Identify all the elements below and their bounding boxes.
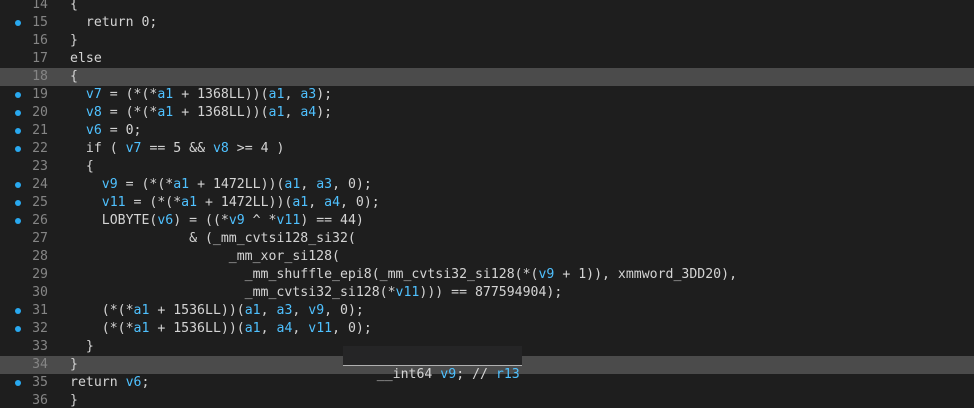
breakpoint-dot-icon[interactable] — [15, 308, 21, 314]
line-number: 19 — [32, 87, 48, 102]
breakpoint-dot-icon[interactable] — [15, 326, 21, 332]
code-line-25[interactable]: 25 v11 = (*(*a1 + 1472LL))(a1, a4, 0); — [0, 194, 974, 212]
code-text: v11 = (*(*a1 + 1472LL))(a1, a4, 0); — [101, 195, 380, 210]
code-line-14[interactable]: 14 { — [0, 0, 974, 14]
line-number: 30 — [32, 285, 48, 300]
breakpoint-dot-icon[interactable] — [15, 110, 21, 116]
line-number: 16 — [32, 33, 48, 48]
code-text: } — [70, 33, 78, 48]
pseudocode-editor[interactable]: 14{15 return 0; 16} 17 else 18{19 v7 = (*(*a… — [0, 0, 974, 408]
code-line-36[interactable]: 36} — [0, 392, 974, 408]
code-text: _mm_shuffle_epi8(_mm_cvtsi32_si128(*(v9 … — [244, 267, 738, 282]
variable-tooltip: __int64 v9; // r13 — [343, 346, 522, 382]
code-line-20[interactable]: 20 v8 = (*(*a1 + 1368LL))(a1, a4); — [0, 104, 974, 122]
code-line-18[interactable]: 18 { — [0, 68, 974, 86]
line-number: 22 — [32, 141, 48, 156]
breakpoint-dot-icon[interactable] — [15, 218, 21, 224]
breakpoint-dot-icon[interactable] — [15, 380, 21, 386]
line-number: 28 — [32, 249, 48, 264]
code-text: v8 = (*(*a1 + 1368LL))(a1, a4); — [85, 105, 333, 120]
code-text: return v6; — [70, 375, 150, 390]
breakpoint-dot-icon[interactable] — [15, 182, 21, 188]
code-text: & (_mm_cvtsi128_si32( — [70, 231, 356, 246]
line-number: 14 — [32, 0, 48, 12]
line-number: 32 — [32, 321, 48, 336]
line-number: 31 — [32, 303, 48, 318]
line-number: 29 — [32, 267, 48, 282]
line-number: 35 — [32, 375, 48, 390]
line-number: 34 — [32, 357, 48, 372]
code-line-16[interactable]: 16} — [0, 32, 974, 50]
code-line-19[interactable]: 19 v7 = (*(*a1 + 1368LL))(a1, a3); — [0, 86, 974, 104]
code-line-30[interactable]: 30 _mm_cvtsi32_si128(*v11))) == 87759490… — [0, 284, 974, 302]
code-text: } — [70, 339, 94, 354]
code-line-28[interactable]: 28 _mm_xor_si128( — [0, 248, 974, 266]
line-number: 18 — [32, 69, 48, 84]
line-number: 36 — [32, 393, 48, 408]
code-line-32[interactable]: 32 (*(*a1 + 1536LL))(a1, a4, v11, 0); — [0, 320, 974, 338]
breakpoint-dot-icon[interactable] — [15, 146, 21, 152]
tooltip-text: __int64 v9; // r13 — [376, 367, 520, 382]
line-number: 15 — [32, 15, 48, 30]
code-text: v7 = (*(*a1 + 1368LL))(a1, a3); — [85, 87, 333, 102]
breakpoint-dot-icon[interactable] — [15, 200, 21, 206]
code-text: _mm_xor_si128( — [228, 249, 340, 264]
code-text: { — [70, 159, 94, 174]
line-number: 27 — [32, 231, 48, 246]
breakpoint-dot-icon[interactable] — [15, 20, 21, 26]
code-line-26[interactable]: 26 LOBYTE(v6) = ((*v9 ^ *v11) == 44) — [0, 212, 974, 230]
code-line-22[interactable]: 22 if ( v7 == 5 && v8 >= 4 ) — [0, 140, 974, 158]
code-line-27[interactable]: 27 & (_mm_cvtsi128_si32( — [0, 230, 974, 248]
line-number: 20 — [32, 105, 48, 120]
code-line-31[interactable]: 31 (*(*a1 + 1536LL))(a1, a3, v9, 0); — [0, 302, 974, 320]
breakpoint-dot-icon[interactable] — [15, 128, 21, 134]
code-text: v6 = 0; — [85, 123, 142, 138]
line-number: 25 — [32, 195, 48, 210]
code-line-24[interactable]: 24 v9 = (*(*a1 + 1472LL))(a1, a3, 0); — [0, 176, 974, 194]
code-line-21[interactable]: 21 v6 = 0; — [0, 122, 974, 140]
code-text: v9 = (*(*a1 + 1472LL))(a1, a3, 0); — [101, 177, 372, 192]
code-text: return 0; — [85, 15, 158, 30]
line-number: 21 — [32, 123, 48, 138]
code-line-29[interactable]: 29 _mm_shuffle_epi8(_mm_cvtsi32_si128(*(… — [0, 266, 974, 284]
code-text: (*(*a1 + 1536LL))(a1, a3, v9, 0); — [70, 303, 364, 318]
breakpoint-dot-icon[interactable] — [15, 92, 21, 98]
code-text: _mm_cvtsi32_si128(*v11))) == 877594904); — [244, 285, 563, 300]
code-text: if ( v7 == 5 && v8 >= 4 ) — [85, 141, 285, 156]
code-line-15[interactable]: 15 return 0; — [0, 14, 974, 32]
line-number: 17 — [32, 51, 48, 66]
code-text: LOBYTE(v6) = ((*v9 ^ *v11) == 44) — [101, 213, 364, 228]
line-number: 24 — [32, 177, 48, 192]
line-number: 26 — [32, 213, 48, 228]
code-text: { — [70, 69, 78, 84]
code-text: } — [70, 357, 78, 372]
code-text: (*(*a1 + 1536LL))(a1, a4, v11, 0); — [70, 321, 372, 336]
code-text: { — [70, 0, 78, 12]
line-number: 33 — [32, 339, 48, 354]
code-text: else — [70, 51, 102, 66]
code-text: } — [70, 393, 78, 408]
code-line-23[interactable]: 23 { — [0, 158, 974, 176]
code-line-17[interactable]: 17 else — [0, 50, 974, 68]
line-number: 23 — [32, 159, 48, 174]
